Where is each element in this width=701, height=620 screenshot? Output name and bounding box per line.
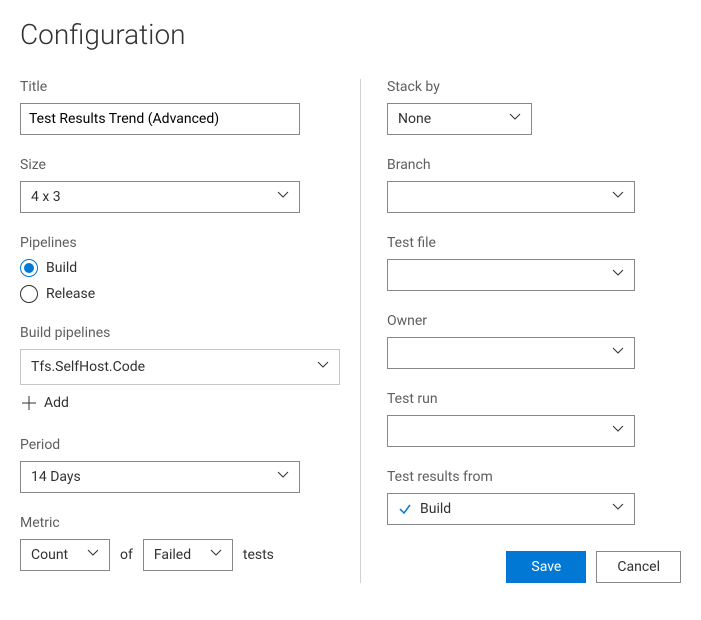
chevron-down-icon bbox=[317, 359, 329, 375]
stack-by-field: Stack by None bbox=[387, 79, 681, 135]
metric-second-select[interactable]: Failed bbox=[143, 539, 233, 571]
left-column: Title Size 4 x 3 Pipelines Build bbox=[20, 79, 360, 583]
build-pipelines-field: Build pipelines Tfs.SelfHost.Code Add bbox=[20, 325, 334, 415]
metric-first-select[interactable]: Count bbox=[20, 539, 110, 571]
test-results-from-select[interactable]: Build bbox=[387, 493, 635, 525]
chevron-down-icon bbox=[277, 189, 289, 205]
size-label: Size bbox=[20, 157, 334, 173]
pipeline-radio-release-label: Release bbox=[46, 286, 95, 302]
owner-field: Owner bbox=[387, 313, 681, 369]
chevron-down-icon bbox=[612, 267, 624, 283]
period-value: 14 Days bbox=[31, 469, 81, 485]
period-label: Period bbox=[20, 437, 334, 453]
metric-joiner: of bbox=[120, 547, 133, 563]
owner-label: Owner bbox=[387, 313, 681, 329]
chevron-down-icon bbox=[277, 469, 289, 485]
branch-label: Branch bbox=[387, 157, 681, 173]
stack-by-label: Stack by bbox=[387, 79, 681, 95]
stack-by-select[interactable]: None bbox=[387, 103, 532, 135]
chevron-down-icon bbox=[612, 423, 624, 439]
test-run-field: Test run bbox=[387, 391, 681, 447]
chevron-down-icon bbox=[612, 345, 624, 361]
size-value: 4 x 3 bbox=[31, 189, 61, 205]
title-label: Title bbox=[20, 79, 334, 95]
test-results-from-value: Build bbox=[420, 501, 451, 517]
test-run-select[interactable] bbox=[387, 415, 635, 447]
pipeline-radio-build[interactable]: Build bbox=[20, 259, 334, 277]
chevron-down-icon bbox=[612, 501, 624, 517]
action-buttons: Save Cancel bbox=[387, 551, 681, 583]
chevron-down-icon bbox=[87, 547, 99, 563]
title-input[interactable] bbox=[20, 103, 300, 135]
build-pipelines-label: Build pipelines bbox=[20, 325, 334, 341]
stack-by-value: None bbox=[398, 111, 431, 127]
test-file-select[interactable] bbox=[387, 259, 635, 291]
branch-field: Branch bbox=[387, 157, 681, 213]
owner-select[interactable] bbox=[387, 337, 635, 369]
pipelines-label: Pipelines bbox=[20, 235, 334, 251]
check-icon bbox=[398, 502, 412, 516]
build-pipeline-value: Tfs.SelfHost.Code bbox=[31, 359, 145, 375]
test-results-from-field: Test results from Build bbox=[387, 469, 681, 525]
metric-suffix: tests bbox=[243, 547, 274, 563]
test-file-label: Test file bbox=[387, 235, 681, 251]
period-field: Period 14 Days bbox=[20, 437, 334, 493]
chevron-down-icon bbox=[612, 189, 624, 205]
build-pipeline-select[interactable]: Tfs.SelfHost.Code bbox=[20, 349, 340, 385]
pipeline-radio-build-label: Build bbox=[46, 260, 77, 276]
metric-second-value: Failed bbox=[154, 547, 191, 563]
size-select[interactable]: 4 x 3 bbox=[20, 181, 300, 213]
plus-icon bbox=[22, 396, 36, 410]
pipelines-field: Pipelines Build Release bbox=[20, 235, 334, 303]
pipeline-radio-release[interactable]: Release bbox=[20, 285, 334, 303]
metric-first-value: Count bbox=[31, 547, 68, 563]
add-pipeline-label: Add bbox=[44, 395, 69, 411]
branch-select[interactable] bbox=[387, 181, 635, 213]
page-title: Configuration bbox=[20, 18, 681, 51]
save-button[interactable]: Save bbox=[506, 551, 586, 583]
add-pipeline-button[interactable]: Add bbox=[20, 391, 334, 415]
size-field: Size 4 x 3 bbox=[20, 157, 334, 213]
radio-icon bbox=[20, 285, 38, 303]
chevron-down-icon bbox=[210, 547, 222, 563]
cancel-button[interactable]: Cancel bbox=[596, 551, 681, 583]
title-field: Title bbox=[20, 79, 334, 135]
metric-field: Metric Count of Failed tests bbox=[20, 515, 334, 571]
right-column: Stack by None Branch Test file bbox=[360, 79, 681, 583]
period-select[interactable]: 14 Days bbox=[20, 461, 300, 493]
radio-icon bbox=[20, 259, 38, 277]
test-results-from-value-wrap: Build bbox=[398, 501, 451, 517]
chevron-down-icon bbox=[509, 111, 521, 127]
test-results-from-label: Test results from bbox=[387, 469, 681, 485]
metric-label: Metric bbox=[20, 515, 334, 531]
test-file-field: Test file bbox=[387, 235, 681, 291]
test-run-label: Test run bbox=[387, 391, 681, 407]
